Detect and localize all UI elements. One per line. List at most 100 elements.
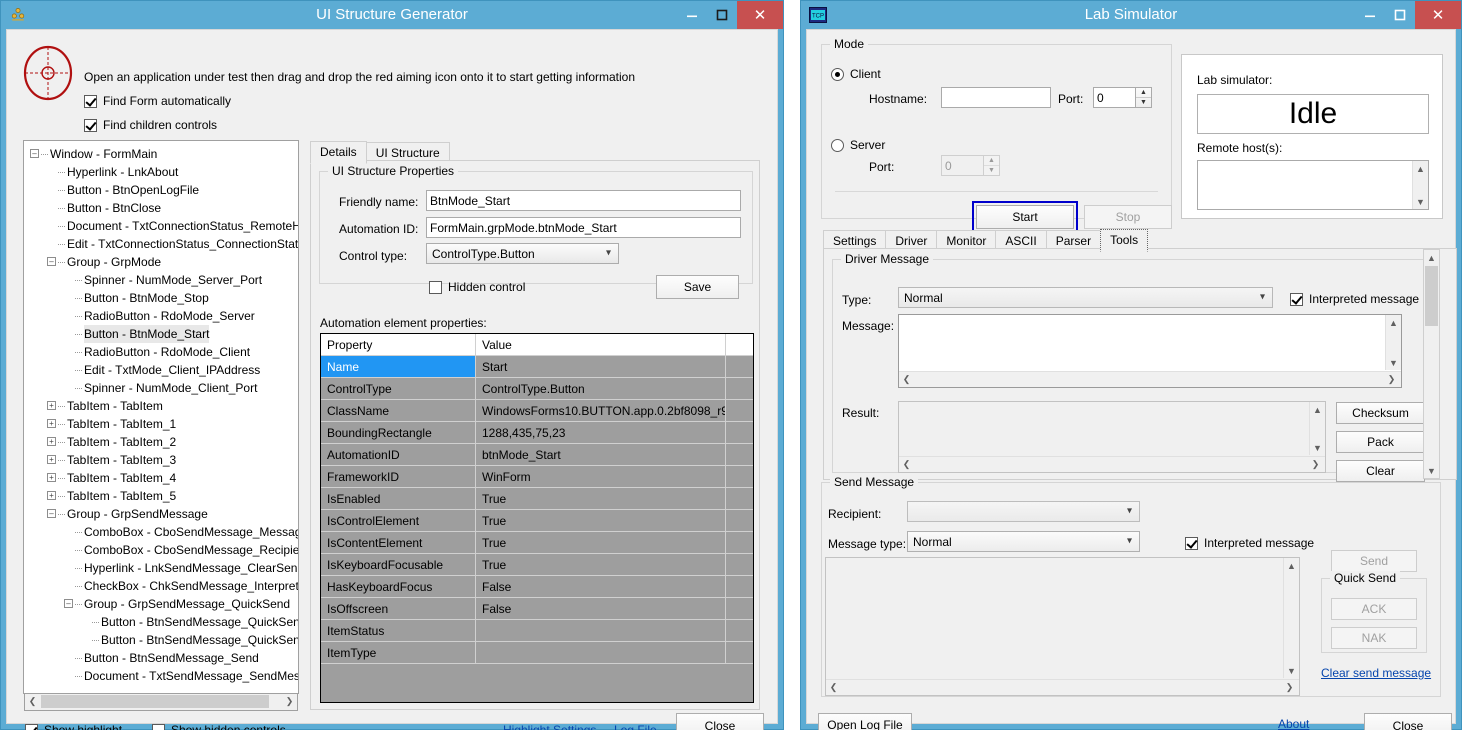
vscroll-thumb[interactable]	[1425, 266, 1438, 326]
driver-message-textarea[interactable]: ▲ ▼ ❮ ❯	[898, 314, 1402, 388]
driver-message-hscrollbar[interactable]: ❮ ❯	[899, 371, 1401, 387]
scroll-right-icon[interactable]: ❯	[1282, 680, 1297, 695]
minimize-button[interactable]	[677, 1, 707, 29]
left-close-button[interactable]: Close	[676, 713, 764, 730]
table-row[interactable]: BoundingRectangle 1288,435,75,23	[321, 422, 753, 444]
expand-icon[interactable]: +	[47, 491, 56, 500]
tree-node[interactable]: – Group - GrpSendMessage	[24, 505, 298, 523]
driver-type-select[interactable]: Normal ▾	[898, 287, 1273, 308]
spinner-up-icon[interactable]: ▲	[1136, 88, 1151, 97]
save-button[interactable]: Save	[656, 275, 739, 299]
scroll-down-icon[interactable]: ▼	[1284, 663, 1299, 678]
table-row[interactable]: FrameworkID WinForm	[321, 466, 753, 488]
tab-details[interactable]: Details	[310, 141, 367, 164]
mode-server-radio[interactable]: Server	[831, 138, 885, 152]
scroll-up-icon[interactable]: ▲	[1310, 402, 1325, 417]
tree-node[interactable]: – Group - GrpSendMessage_QuickSend	[24, 595, 298, 613]
scroll-right-icon[interactable]: ❯	[282, 694, 297, 709]
tree-node[interactable]: Hyperlink - LnkAbout	[24, 163, 298, 181]
tree-node[interactable]: ComboBox - CboSendMessage_Recipient	[24, 541, 298, 559]
mode-client-radio[interactable]: Client	[831, 67, 881, 81]
grid-column-header[interactable]: Value	[476, 334, 726, 355]
tools-panel-vscrollbar[interactable]: ▲ ▼	[1423, 249, 1440, 479]
send-button[interactable]: Send	[1331, 550, 1417, 572]
driver-result-textarea[interactable]: ▲ ▼ ❮ ❯	[898, 401, 1326, 473]
send-message-vscrollbar[interactable]: ▲ ▼	[1283, 558, 1299, 678]
tree-node[interactable]: Button - BtnSendMessage_QuickSend_Ś	[24, 631, 298, 649]
tree-node[interactable]: + TabItem - TabItem_4	[24, 469, 298, 487]
scroll-up-icon[interactable]: ▲	[1386, 315, 1401, 330]
hidden-control-checkbox[interactable]: Hidden control	[429, 280, 525, 294]
grid-column-header[interactable]: Property	[321, 334, 476, 355]
scroll-up-icon[interactable]: ▲	[1413, 161, 1428, 176]
scroll-right-icon[interactable]: ❯	[1308, 457, 1323, 472]
ui-tree[interactable]: – Window - FormMain Hyperlink - LnkAbout Bu…	[23, 140, 299, 694]
scroll-left-icon[interactable]: ❮	[826, 680, 841, 695]
tree-node[interactable]: + TabItem - TabItem_5	[24, 487, 298, 505]
automation-properties-grid[interactable]: Property Value Name Start ControlType Control…	[320, 333, 754, 703]
scroll-left-icon[interactable]: ❮	[25, 694, 40, 709]
tree-node[interactable]: Button - BtnMode_Start	[24, 325, 298, 343]
tree-hscrollbar[interactable]: ❮ ❯	[24, 694, 298, 711]
driver-result-vscrollbar[interactable]: ▲ ▼	[1309, 402, 1325, 455]
tree-node[interactable]: Document - TxtSendMessage_SendMessage	[24, 667, 298, 685]
spinner-down-icon[interactable]: ▼	[984, 165, 999, 174]
collapse-icon[interactable]: –	[47, 257, 56, 266]
tree-node[interactable]: CheckBox - ChkSendMessage_InterpretedM	[24, 577, 298, 595]
expand-icon[interactable]: +	[47, 455, 56, 464]
tree-node[interactable]: Button - BtnMode_Stop	[24, 289, 298, 307]
tree-node[interactable]: Spinner - NumMode_Server_Port	[24, 271, 298, 289]
clear-button[interactable]: Clear	[1336, 460, 1425, 482]
minimize-button[interactable]	[1355, 1, 1385, 29]
table-row[interactable]: IsContentElement True	[321, 532, 753, 554]
scroll-down-icon[interactable]: ▼	[1424, 463, 1439, 478]
highlight-settings-link[interactable]: Highlight Settings	[503, 723, 596, 730]
spinner-up-icon[interactable]: ▲	[984, 156, 999, 165]
collapse-icon[interactable]: –	[47, 509, 56, 518]
tree-node[interactable]: + TabItem - TabItem	[24, 397, 298, 415]
recipient-select[interactable]: ▾	[907, 501, 1140, 522]
collapse-icon[interactable]: –	[30, 149, 39, 158]
table-row[interactable]: HasKeyboardFocus False	[321, 576, 753, 598]
expand-icon[interactable]: +	[47, 437, 56, 446]
tree-node[interactable]: Button - BtnClose	[24, 199, 298, 217]
tree-node[interactable]: – Window - FormMain	[24, 145, 298, 163]
table-row[interactable]: ItemStatus	[321, 620, 753, 642]
control-type-select[interactable]: ControlType.Button ▾	[426, 243, 619, 264]
table-row[interactable]: IsControlElement True	[321, 510, 753, 532]
driver-message-vscrollbar[interactable]: ▲ ▼	[1385, 315, 1401, 370]
tree-node[interactable]: RadioButton - RdoMode_Server	[24, 307, 298, 325]
remote-hosts-vscrollbar[interactable]: ▲ ▼	[1412, 161, 1428, 209]
automation-id-input[interactable]	[426, 217, 741, 238]
show-highlight-checkbox[interactable]: Show highlight	[25, 723, 122, 730]
tree-node[interactable]: + TabItem - TabItem_3	[24, 451, 298, 469]
log-file-link[interactable]: Log File	[614, 723, 657, 730]
send-message-textarea[interactable]: ▲ ▼ ❮ ❯	[825, 557, 1300, 696]
expand-icon[interactable]: +	[47, 401, 56, 410]
scroll-left-icon[interactable]: ❮	[899, 372, 914, 387]
message-type-select[interactable]: Normal ▾	[907, 531, 1140, 552]
friendly-name-input[interactable]	[426, 190, 741, 211]
send-interpreted-message-checkbox[interactable]: Interpreted message	[1185, 536, 1314, 550]
tree-node[interactable]: ComboBox - CboSendMessage_MessageTyp	[24, 523, 298, 541]
scroll-down-icon[interactable]: ▼	[1413, 194, 1428, 209]
tree-node[interactable]: Edit - TxtMode_Client_IPAddress	[24, 361, 298, 379]
ack-button[interactable]: ACK	[1331, 598, 1417, 620]
scroll-up-icon[interactable]: ▲	[1284, 558, 1299, 573]
right-close-button[interactable]: Close	[1364, 713, 1452, 730]
tree-node[interactable]: Document - TxtConnectionStatus_RemoteHos…	[24, 217, 298, 235]
collapse-icon[interactable]: –	[64, 599, 73, 608]
find-children-controls-checkbox[interactable]: Find children controls	[84, 118, 217, 132]
tree-node[interactable]: Button - BtnOpenLogFile	[24, 181, 298, 199]
checksum-button[interactable]: Checksum	[1336, 402, 1425, 424]
close-window-button[interactable]: ✕	[737, 1, 783, 29]
open-log-file-button[interactable]: Open Log File	[818, 713, 912, 730]
table-row[interactable]: IsOffscreen False	[321, 598, 753, 620]
find-form-automatically-checkbox[interactable]: Find Form automatically	[84, 94, 231, 108]
expand-icon[interactable]: +	[47, 473, 56, 482]
hscroll-thumb[interactable]	[41, 695, 269, 708]
tree-node[interactable]: + TabItem - TabItem_2	[24, 433, 298, 451]
scroll-right-icon[interactable]: ❯	[1384, 372, 1399, 387]
maximize-button[interactable]	[707, 1, 737, 29]
scroll-left-icon[interactable]: ❮	[899, 457, 914, 472]
